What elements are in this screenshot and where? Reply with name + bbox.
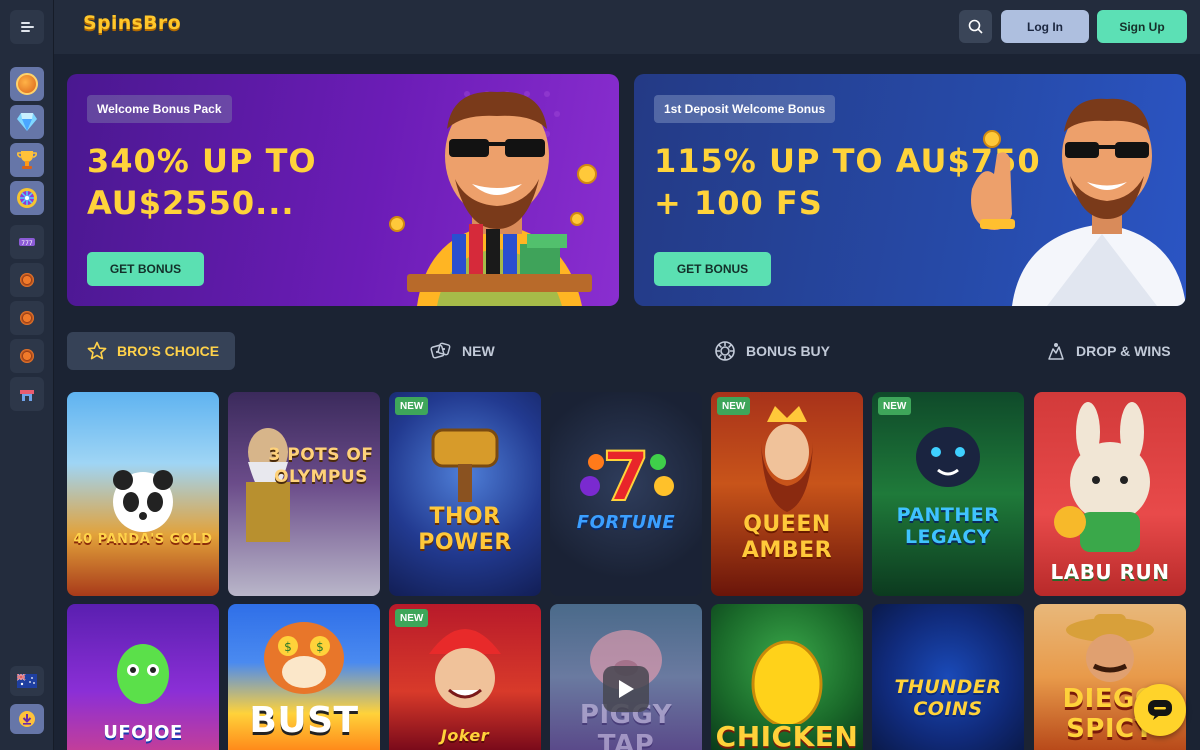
- tab-label: DROP & WINS: [1076, 343, 1171, 359]
- diamond-icon: [17, 113, 37, 131]
- get-bonus-button[interactable]: GET BONUS: [654, 252, 771, 286]
- banner-badge: Welcome Bonus Pack: [87, 95, 232, 123]
- svg-text:$: $: [284, 640, 292, 654]
- game-tile[interactable]: THUNDER COINS: [872, 604, 1024, 750]
- svg-text:777: 777: [21, 240, 33, 247]
- chat-icon: [1148, 700, 1172, 720]
- jester-character: [429, 629, 501, 708]
- queen-character: [761, 406, 813, 512]
- banner-badge: 1st Deposit Welcome Bonus: [654, 95, 836, 123]
- chip-icon: [20, 311, 34, 325]
- tab-new[interactable]: NEW: [430, 332, 495, 370]
- tab-label: BONUS BUY: [746, 343, 831, 359]
- game-tile[interactable]: $ $ BUST: [228, 604, 380, 750]
- sidebar-item-roulette[interactable]: [10, 339, 44, 373]
- coin-icon: [16, 73, 38, 95]
- search-icon: [968, 19, 983, 34]
- sidebar-item-wheel[interactable]: [10, 181, 44, 215]
- sidebar-item-table[interactable]: [10, 301, 44, 335]
- tab-drop-and-wins[interactable]: DROP & WINS: [1046, 332, 1171, 370]
- diego-character: [1066, 614, 1154, 682]
- wheel-icon: [17, 188, 37, 208]
- new-badge: NEW: [878, 397, 912, 415]
- search-button[interactable]: [959, 10, 992, 43]
- promo-banner-first-deposit[interactable]: 1st Deposit Welcome Bonus 115% UP TO AU$…: [634, 74, 1186, 306]
- game-tile[interactable]: LABU RUN: [1034, 392, 1186, 596]
- game-tile[interactable]: 40 PANDA'S GOLD: [67, 392, 219, 596]
- australia-flag-icon: [17, 674, 37, 688]
- promo-banner-welcome-pack[interactable]: Welcome Bonus Pack 340% UP TO AU$2550...…: [67, 74, 619, 306]
- tab-label: BRO'S CHOICE: [117, 343, 220, 359]
- game-tile[interactable]: 7 FORTUNE: [550, 392, 702, 596]
- hamburger-icon: [20, 22, 34, 32]
- top-header: SpinsBro Log In Sign Up: [54, 0, 1200, 54]
- game-tile[interactable]: 3 POTS OF OLYMPUS: [228, 392, 380, 596]
- fruit-seven-icon: 7: [580, 437, 674, 512]
- game-title: FORTUNE: [576, 512, 676, 533]
- game-title: LABU RUN: [1050, 560, 1170, 584]
- game-tile[interactable]: CHICKEN: [711, 604, 863, 750]
- sidebar-item-live[interactable]: [10, 263, 44, 297]
- game-tile[interactable]: NEW PANTHER LEGACY: [872, 392, 1024, 596]
- star-icon: [87, 341, 107, 361]
- video-play-button[interactable]: [603, 666, 649, 712]
- sidebar-item-shop[interactable]: [10, 377, 44, 411]
- gear-icon: [714, 340, 736, 362]
- signup-button[interactable]: Sign Up: [1097, 10, 1187, 43]
- shop-icon: [20, 390, 34, 401]
- bunny-character: [1054, 402, 1150, 552]
- new-badge: NEW: [395, 397, 429, 415]
- mascot-thumbs-up-illustration: [971, 98, 1186, 306]
- game-tile[interactable]: UFOJOE: [67, 604, 219, 750]
- game-tile[interactable]: NEW THOR POWER: [389, 392, 541, 596]
- play-icon: [619, 680, 634, 698]
- new-badge: NEW: [717, 397, 751, 415]
- hammer-icon: [431, 428, 499, 502]
- drops-icon: [1046, 341, 1066, 361]
- tab-bonus-buy[interactable]: BONUS BUY: [714, 332, 830, 370]
- chat-support-button[interactable]: [1134, 684, 1186, 736]
- sidebar: 777: [0, 0, 54, 750]
- get-bonus-button[interactable]: GET BONUS: [87, 252, 204, 286]
- game-title: THOR POWER: [418, 504, 512, 555]
- sidebar-item-coins[interactable]: [10, 67, 44, 101]
- golden-egg-icon: [751, 640, 823, 724]
- panda-character: [113, 470, 173, 532]
- dice-icon: [430, 341, 452, 361]
- svg-text:$: $: [316, 640, 324, 654]
- trophy-icon: [17, 151, 37, 169]
- game-title: Joker: [440, 726, 490, 745]
- alien-character: [117, 644, 169, 704]
- game-title: BUST: [249, 700, 359, 741]
- game-title: PANTHER LEGACY: [896, 504, 1000, 548]
- fox-character: $ $: [264, 622, 344, 694]
- banner-headline: 340% UP TO AU$2550...: [87, 142, 317, 222]
- game-title: 3 POTS OF OLYMPUS: [268, 445, 374, 487]
- mascot-with-chips-illustration: [389, 91, 597, 306]
- site-logo[interactable]: SpinsBro: [83, 12, 181, 34]
- login-button[interactable]: Log In: [1001, 10, 1089, 43]
- game-tile[interactable]: PIGGY TAP: [550, 604, 702, 750]
- game-title: UFOJOE: [103, 722, 183, 743]
- svg-text:7: 7: [602, 438, 649, 512]
- download-button[interactable]: [10, 704, 44, 734]
- chip-icon: [20, 273, 34, 287]
- language-button[interactable]: [10, 666, 44, 696]
- sidebar-item-vip[interactable]: [10, 105, 44, 139]
- game-tile[interactable]: NEW Joker: [389, 604, 541, 750]
- menu-button[interactable]: [10, 10, 44, 44]
- sidebar-item-tournaments[interactable]: [10, 143, 44, 177]
- tab-bros-choice[interactable]: BRO'S CHOICE: [67, 332, 235, 370]
- game-title: THUNDER COINS: [894, 676, 1002, 720]
- game-tile[interactable]: NEW QUEEN AMBER: [711, 392, 863, 596]
- chip-icon: [20, 349, 34, 363]
- game-title: QUEEN AMBER: [741, 512, 833, 563]
- download-icon: [19, 711, 35, 727]
- game-title: 40 PANDA'S GOLD: [73, 532, 213, 547]
- game-title: CHICKEN: [715, 720, 859, 750]
- panther-character: [916, 427, 980, 487]
- sidebar-item-slots[interactable]: 777: [10, 225, 44, 259]
- slot-777-icon: 777: [19, 238, 35, 247]
- tab-label: NEW: [462, 343, 495, 359]
